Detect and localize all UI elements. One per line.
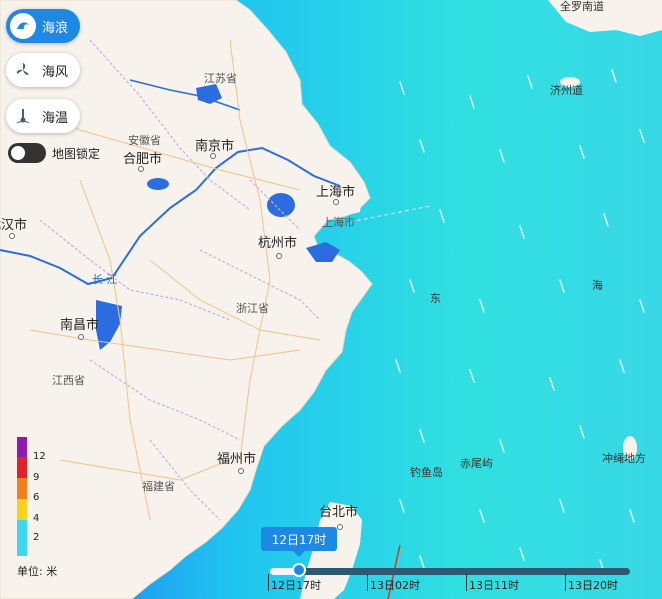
wave-icon <box>10 13 36 39</box>
map-lock-label: 地图锁定 <box>52 146 101 161</box>
label-hangzhou: 杭州市 <box>258 235 297 251</box>
label-fujian: 福建省 <box>142 479 175 493</box>
layer-temp-button[interactable]: 海温 <box>6 99 81 133</box>
label-okinawa: 冲绳地方 <box>602 451 646 465</box>
label-jeonnam: 全罗南道 <box>560 0 604 13</box>
label-hefei: 合肥市 <box>123 151 162 167</box>
label-jeju: 济州道 <box>550 83 583 97</box>
legend-unit: 单位: 米 <box>17 565 58 578</box>
label-taibei: 台北市 <box>319 504 358 520</box>
label-zhejiang: 浙江省 <box>236 302 269 315</box>
legend-label-12: 12 <box>33 451 46 462</box>
thermometer-icon <box>10 103 36 129</box>
legend-label-9: 9 <box>33 472 40 483</box>
legend-swatch-12 <box>17 437 27 457</box>
timeline-tick-3[interactable]: 13日11时 <box>466 574 519 593</box>
label-shanghai: 上海市 <box>316 184 355 200</box>
legend-label-6: 6 <box>33 492 40 503</box>
layer-wave-button[interactable]: 海浪 <box>6 9 81 43</box>
label-nanchang: 南昌市 <box>60 317 99 333</box>
label-shanghai2: 上海市 <box>322 215 355 229</box>
layer-wind-button[interactable]: 海风 <box>6 53 81 87</box>
label-jiangxi: 江西省 <box>52 374 85 387</box>
toggle-knob <box>11 146 25 160</box>
timeline-tick-4[interactable]: 13日20时 <box>565 574 618 593</box>
timeline-tick-2[interactable]: 13日02时 <box>367 574 420 593</box>
label-fuzhou: 福州市 <box>217 451 256 467</box>
layer-wave-label: 海浪 <box>42 20 69 36</box>
label-anhui: 安徽省 <box>128 133 161 147</box>
legend-swatch-9 <box>17 457 27 478</box>
legend-swatch-4 <box>17 499 27 520</box>
legend-label-4: 4 <box>33 513 40 524</box>
chaohu-lake <box>147 178 169 190</box>
label-chiwei: 赤尾屿 <box>460 457 493 470</box>
map-lock-toggle[interactable] <box>8 143 46 163</box>
label-nanjing: 南京市 <box>195 138 234 154</box>
label-diaoyu: 钓鱼岛 <box>410 465 443 479</box>
label-yangtze: 长 江 <box>92 273 118 286</box>
label-jiangsu: 江苏省 <box>204 72 237 85</box>
current-time-badge: 12日17时 <box>261 527 337 557</box>
label-dong: 东 <box>430 292 441 305</box>
label-wuhan: 武汉市 <box>0 217 27 233</box>
layer-wind-label: 海风 <box>42 64 69 80</box>
timeline-track[interactable] <box>270 568 630 575</box>
wave-map[interactable]: 江苏省 安徽省 浙江省 江西省 福建省 上海市 合肥市 南京市 上海市 杭州市 … <box>0 0 662 599</box>
legend-swatch-2 <box>17 520 27 556</box>
label-hai: 海 <box>592 278 603 292</box>
timeline-handle[interactable] <box>292 563 306 577</box>
layer-temp-label: 海温 <box>42 110 69 126</box>
taihu-lake <box>267 193 295 217</box>
fan-icon <box>10 57 36 83</box>
timeline-tick-1[interactable]: 12日17时 <box>268 574 321 593</box>
legend-label-2: 2 <box>33 532 40 543</box>
wave-height-legend: 12 9 6 4 2 单位: 米 <box>14 437 94 582</box>
map-lock: 地图锁定 <box>8 143 100 163</box>
legend-swatch-6 <box>17 478 27 499</box>
